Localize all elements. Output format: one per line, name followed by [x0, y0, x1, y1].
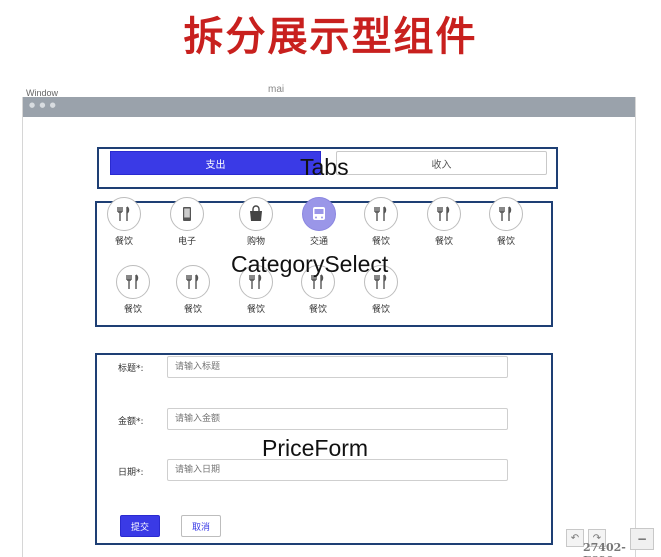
category-label: 餐饮	[123, 305, 142, 315]
amount-input[interactable]	[167, 408, 508, 430]
category-item[interactable]: 电子	[167, 197, 207, 247]
category-label: 餐饮	[308, 305, 327, 315]
category-label: 餐饮	[246, 305, 265, 315]
window-controls-icon[interactable]: ● ● ●	[29, 101, 57, 109]
date-input[interactable]	[167, 459, 508, 481]
category-label: 餐饮	[371, 305, 390, 315]
utensils-icon	[489, 197, 523, 231]
category-item[interactable]: 餐饮	[424, 197, 464, 247]
watermark: 27402-F690-	[583, 541, 626, 557]
phone-icon	[170, 197, 204, 231]
utensils-icon	[364, 197, 398, 231]
price-form-annotation-label: PriceForm	[262, 435, 369, 461]
category-label: 餐饮	[496, 237, 515, 247]
category-item[interactable]: 交通	[299, 197, 339, 247]
utensils-icon	[107, 197, 141, 231]
submit-button[interactable]: 提交	[120, 515, 160, 537]
category-item[interactable]: 餐饮	[104, 197, 144, 247]
cancel-button[interactable]: 取消	[181, 515, 221, 537]
shopping-bag-icon	[239, 197, 273, 231]
tab-expense[interactable]: 支出	[110, 151, 321, 175]
undo-icon[interactable]: ↶	[566, 529, 584, 547]
utensils-icon	[427, 197, 461, 231]
title-field-label: 标题*:	[118, 364, 144, 374]
title-input[interactable]	[167, 356, 508, 378]
category-label: 餐饮	[434, 237, 453, 247]
category-label: 餐饮	[114, 237, 133, 247]
category-label: 购物	[246, 237, 265, 247]
category-label: 交通	[309, 237, 328, 247]
category-item[interactable]: 购物	[236, 197, 276, 247]
category-item[interactable]: 餐饮	[113, 265, 153, 315]
category-item[interactable]: 餐饮	[173, 265, 213, 315]
tab-income[interactable]: 收入	[336, 151, 547, 175]
bus-icon	[302, 197, 336, 231]
amount-field-label: 金额*:	[118, 417, 144, 427]
category-select-annotation-label: CategorySelect	[231, 251, 389, 277]
slide-title: 拆分展示型组件	[183, 14, 478, 60]
date-field-label: 日期*:	[118, 468, 144, 478]
tabs-annotation-label: Tabs	[300, 154, 349, 180]
category-label: 电子	[177, 237, 196, 247]
category-label: 餐饮	[371, 237, 390, 247]
window-name: mai	[268, 84, 285, 95]
category-item[interactable]: 餐饮	[486, 197, 526, 247]
category-label: 餐饮	[183, 305, 202, 315]
window-titlebar[interactable]: ● ● ●	[23, 97, 635, 117]
utensils-icon	[116, 265, 150, 299]
category-item[interactable]: 餐饮	[361, 197, 401, 247]
utensils-icon	[176, 265, 210, 299]
